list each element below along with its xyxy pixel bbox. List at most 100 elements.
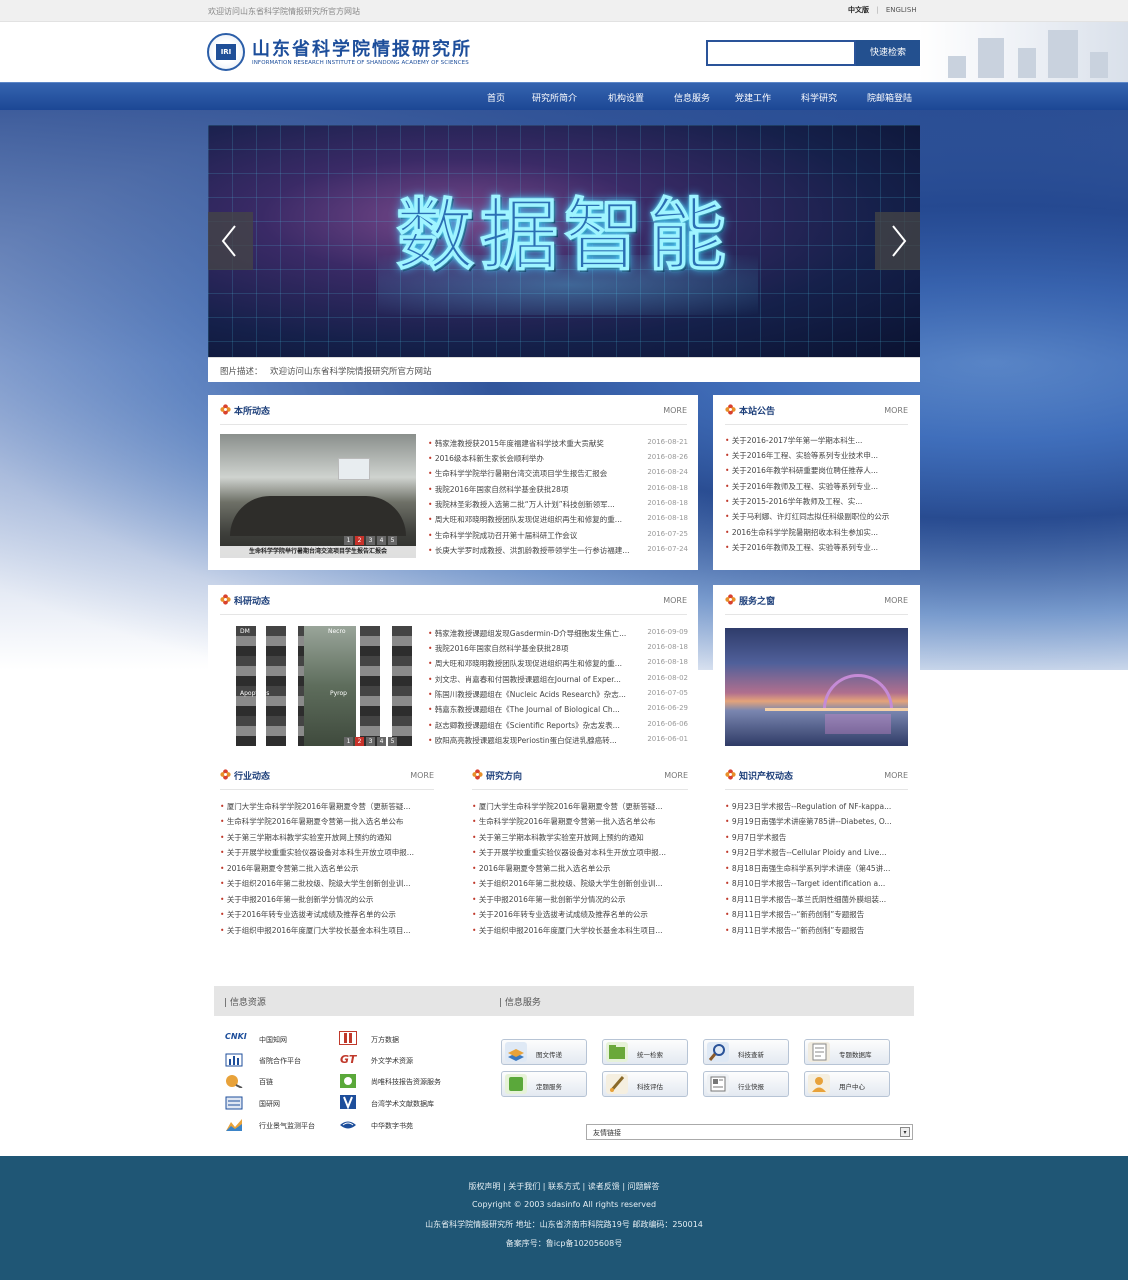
list-item[interactable]: • 8月11日学术报告--“新药创制”专题报告: [725, 925, 908, 940]
service-unified-search[interactable]: 统一检索: [602, 1039, 688, 1065]
list-item[interactable]: • 关于组织2016年第二批校级、院级大学生创新创业训...: [220, 878, 432, 893]
nav-home[interactable]: 首页: [487, 91, 505, 104]
list-item[interactable]: • 关于2015-2016学年教师及工程、实...: [725, 496, 905, 511]
list-item[interactable]: • 生命科学学院2016年暑期夏令营第一批入选名单公布: [220, 816, 432, 831]
list-item[interactable]: • 关于2016年教师及工程、实验等系列专业...: [725, 542, 905, 557]
list-item[interactable]: • 关于申报2016年第一批创新学分情况的公示: [472, 894, 686, 909]
service-topic-database[interactable]: 专题数据库: [804, 1039, 890, 1065]
lang-chinese-link[interactable]: 中文版: [848, 5, 869, 15]
list-item[interactable]: • 关于马利娜、许灯红同志拟任科级副职位的公示: [725, 511, 905, 526]
service-document-delivery[interactable]: 图文传递: [501, 1039, 587, 1065]
nav-research[interactable]: 科学研究: [801, 91, 837, 104]
list-item[interactable]: • 关于2016年教师及工程、实验等系列专业...: [725, 481, 905, 496]
list-item[interactable]: • 关于第三学期本科教学实验室开放网上预约的通知: [472, 832, 686, 847]
list-item[interactable]: • 关于组织2016年第二批校级、院级大学生创新创业训...: [472, 878, 686, 893]
resource-link[interactable]: 台湾学术文献数据库: [371, 1099, 434, 1109]
more-link[interactable]: MORE: [884, 406, 908, 415]
list-item[interactable]: • 2016级本科新生家长会顺利举办 2016-08-26: [428, 453, 688, 468]
resource-link[interactable]: 国研网: [259, 1099, 280, 1109]
pager-dot[interactable]: 5: [388, 536, 397, 545]
friend-links-select[interactable]: 友情链接 ▾: [586, 1124, 913, 1140]
list-item[interactable]: • 生命科学学院2016年暑期夏令营第一批入选名单公布: [472, 816, 686, 831]
service-photo[interactable]: [725, 628, 908, 746]
service-tech-assessment[interactable]: 科技评估: [602, 1071, 688, 1097]
list-item[interactable]: • 周大旺和邓晓明教授团队发现促进组织再生和修复的重... 2016-08-18: [428, 514, 688, 529]
list-item[interactable]: • 8月11日学术报告--“新药创制”专题报告: [725, 909, 908, 924]
list-item[interactable]: • 关于2016年教学科研重要岗位聘任推荐人...: [725, 465, 905, 480]
list-item[interactable]: • 2016生命科学学院暑期招收本科生参加实...: [725, 527, 905, 542]
service-user-center[interactable]: 用户中心: [804, 1071, 890, 1097]
list-item[interactable]: • 我院2016年国家自然科学基金获批28项 2016-08-18: [428, 484, 688, 499]
lang-english-link[interactable]: ENGLISH: [886, 6, 917, 14]
pager-dot[interactable]: 5: [388, 737, 397, 746]
list-item[interactable]: • 8月11日学术报告--革兰氏阴性细菌外膜组装...: [725, 894, 908, 909]
pager-dot[interactable]: 4: [377, 536, 386, 545]
nav-mail-login[interactable]: 院邮箱登陆: [867, 91, 912, 104]
nav-departments[interactable]: 机构设置: [608, 91, 644, 104]
service-industry-bulletin[interactable]: 行业快报: [703, 1071, 789, 1097]
logo-emblem-icon[interactable]: IRI: [207, 33, 245, 71]
list-item[interactable]: • 生命科学学院成功召开第十届科研工作会议 2016-07-25: [428, 530, 688, 545]
list-item[interactable]: • 2016年暑期夏令营第二批入选名单公示: [220, 863, 432, 878]
nav-about[interactable]: 研究所简介: [532, 91, 577, 104]
list-item[interactable]: • 韩家淮教授课题组发现Gasdermin-D介导细胞发生焦亡... 2016-0…: [428, 628, 688, 643]
list-item[interactable]: • 厦门大学生命科学学院2016年暑期夏令营（更新答疑...: [220, 801, 432, 816]
resource-link[interactable]: 尚唯科技报告资源服务: [371, 1077, 441, 1087]
banner-next-button[interactable]: [875, 212, 920, 270]
resource-link[interactable]: 行业景气监测平台: [259, 1121, 315, 1131]
resource-link[interactable]: 省院合作平台: [259, 1056, 301, 1066]
list-item[interactable]: • 周大旺和邓晓明教授团队发现促进组织再生和修复的重... 2016-08-18: [428, 658, 688, 673]
list-item[interactable]: • 赵志卿教授课题组在《Scientific Reports》杂志发表... 20…: [428, 720, 688, 735]
pager-dot[interactable]: 3: [366, 737, 375, 746]
list-item[interactable]: • 关于申报2016年第一批创新学分情况的公示: [220, 894, 432, 909]
list-item[interactable]: • 陈国川教授课题组在《Nucleic Acids Research》杂志...…: [428, 689, 688, 704]
quick-search-button[interactable]: 快速检索: [856, 40, 920, 66]
list-item[interactable]: • 韩家淮教授获2015年度福建省科学技术重大贡献奖 2016-08-21: [428, 438, 688, 453]
pager-dot[interactable]: 1: [344, 536, 353, 545]
service-targeted[interactable]: 定题服务: [501, 1071, 587, 1097]
resource-link[interactable]: 百链: [259, 1077, 273, 1087]
more-link[interactable]: MORE: [663, 596, 687, 605]
more-link[interactable]: MORE: [663, 406, 687, 415]
list-item[interactable]: • 2016年暑期夏令营第二批入选名单公示: [472, 863, 686, 878]
research-photo[interactable]: DM Necro Apoptosis Pyrop: [220, 626, 416, 746]
list-item[interactable]: • 我院林圣彩教授入选第二批“万人计划”科技创新领军... 2016-08-18: [428, 499, 688, 514]
list-item[interactable]: • 关于2016-2017学年第一学期本科生...: [725, 435, 905, 450]
banner-prev-button[interactable]: [208, 212, 253, 270]
more-link[interactable]: MORE: [884, 771, 908, 780]
list-item[interactable]: • 关于2016年转专业选拔考试成绩及推荐名单的公示: [472, 909, 686, 924]
pager-dot[interactable]: 1: [344, 737, 353, 746]
banner-slider[interactable]: 数据智能: [208, 125, 920, 357]
pager-dot[interactable]: 4: [377, 737, 386, 746]
more-link[interactable]: MORE: [410, 771, 434, 780]
list-item[interactable]: • 刘文忠、肖嘉春和付国教授课题组在Journal of Exper... 201…: [428, 674, 688, 689]
more-link[interactable]: MORE: [884, 596, 908, 605]
more-link[interactable]: MORE: [664, 771, 688, 780]
list-item[interactable]: • 关于开展学校重重实验仪器设备对本科生开放立项申报...: [472, 847, 686, 862]
list-item[interactable]: • 关于组织申报2016年度厦门大学校长基金本科生项目...: [472, 925, 686, 940]
list-item[interactable]: • 长庚大学罗时成教授、洪凯龄教授带领学生一行参访福建... 2016-07-24: [428, 545, 688, 560]
list-item[interactable]: • 关于第三学期本科教学实验室开放网上预约的通知: [220, 832, 432, 847]
list-item[interactable]: • 关于组织申报2016年度厦门大学校长基金本科生项目...: [220, 925, 432, 940]
pager-dot-active[interactable]: 2: [355, 737, 364, 746]
search-input[interactable]: [706, 40, 856, 66]
list-item[interactable]: • 9月19日南强学术讲座第785讲--Diabetes, O...: [725, 816, 908, 831]
list-item[interactable]: • 厦门大学生命科学学院2016年暑期夏令营（更新答疑...: [472, 801, 686, 816]
footer-links[interactable]: 版权声明 | 关于我们 | 联系方式 | 读者反馈 | 问题解答: [0, 1181, 1128, 1192]
list-item[interactable]: • 9月23日学术报告--Regulation of NF-kappa...: [725, 801, 908, 816]
logo-chinese-name[interactable]: 山东省科学院情报研究所: [252, 35, 472, 61]
list-item[interactable]: • 生命科学学院举行暑期台湾交流项目学生报告汇报会 2016-08-24: [428, 468, 688, 483]
list-item[interactable]: • 9月7日学术报告: [725, 832, 908, 847]
resource-link[interactable]: 外文学术资源: [371, 1056, 413, 1066]
pager-dot-active[interactable]: 2: [355, 536, 364, 545]
nav-party-work[interactable]: 党建工作: [735, 91, 771, 104]
pager-dot[interactable]: 3: [366, 536, 375, 545]
service-novelty-search[interactable]: 科技查新: [703, 1039, 789, 1065]
list-item[interactable]: • 关于开展学校重重实验仪器设备对本科生开放立项申报...: [220, 847, 432, 862]
resource-link[interactable]: 万方数据: [371, 1035, 399, 1045]
list-item[interactable]: • 9月2日学术报告--Cellular Ploidy and Live...: [725, 847, 908, 862]
list-item[interactable]: • 关于2016年转专业选拔考试成绩及推荐名单的公示: [220, 909, 432, 924]
list-item[interactable]: • 8月18日南强生命科学系列学术讲座（第45讲...: [725, 863, 908, 878]
list-item[interactable]: • 8月10日学术报告--Target identification a...: [725, 878, 908, 893]
nav-info-service[interactable]: 信息服务: [674, 91, 710, 104]
